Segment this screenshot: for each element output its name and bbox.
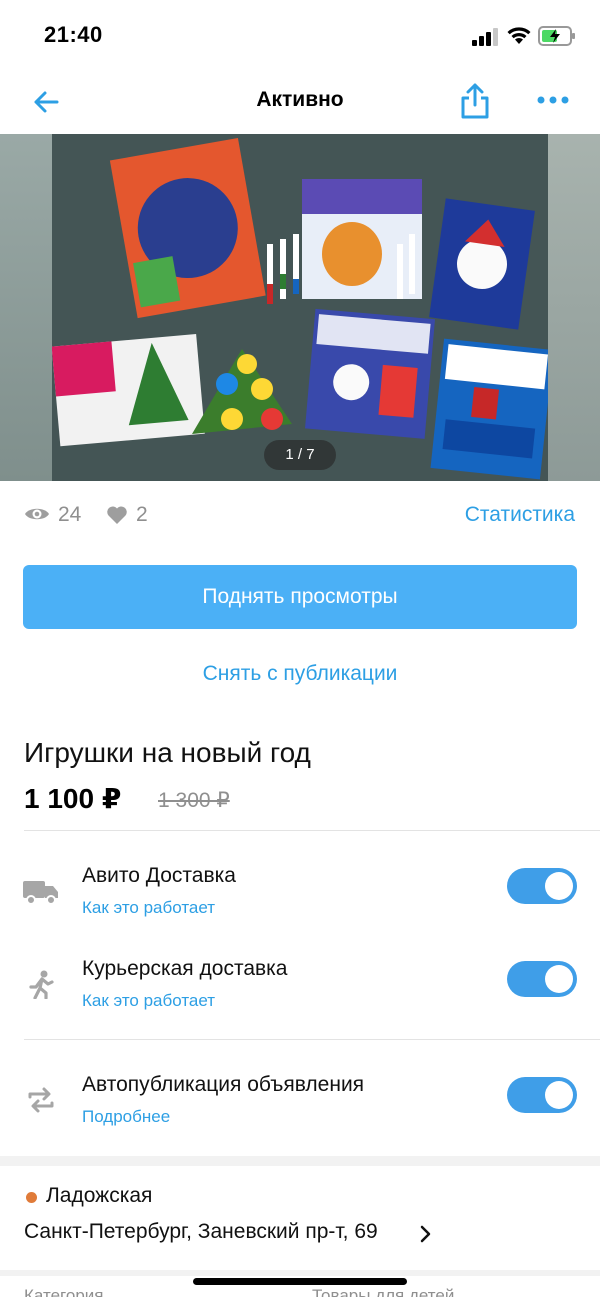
- courier-icon: [29, 970, 54, 999]
- learn-more-link[interactable]: Подробнее: [82, 1107, 170, 1127]
- share-icon[interactable]: [458, 82, 492, 120]
- status-time: 21:40: [44, 22, 103, 47]
- option-label: Курьерская доставка: [82, 957, 288, 980]
- navigation-bar: Активно: [0, 70, 600, 134]
- toggle-knob: [545, 1081, 573, 1109]
- wifi-icon: [507, 27, 531, 44]
- divider: [24, 830, 600, 831]
- product-photo[interactable]: [52, 134, 548, 481]
- category-label: Категория: [24, 1286, 104, 1297]
- item-title: Игрушки на новый год: [24, 737, 311, 768]
- cellular-signal-icon: [472, 28, 498, 46]
- address-link[interactable]: Санкт-Петербург, Заневский пр-т, 69: [24, 1220, 378, 1244]
- battery-charging-icon: [538, 26, 575, 46]
- unpublish-link[interactable]: Снять с публикации: [0, 662, 600, 686]
- autopublish-toggle[interactable]: [507, 1077, 577, 1113]
- stats-row: 24 2 Статистика: [0, 481, 600, 551]
- courier-delivery-toggle[interactable]: [507, 961, 577, 997]
- option-autopublish: Автопубликация объявления Подробнее: [0, 1073, 600, 1153]
- item-price: 1 100 ₽: [24, 783, 122, 814]
- truck-icon: [23, 881, 58, 905]
- more-icon[interactable]: [536, 90, 570, 110]
- item-old-price: 1 300 ₽: [158, 789, 230, 812]
- gallery-blur-right: [548, 134, 600, 481]
- status-bar: 21:40: [0, 0, 600, 70]
- chevron-right-icon[interactable]: [418, 1224, 432, 1244]
- home-indicator[interactable]: [193, 1278, 407, 1285]
- how-it-works-link[interactable]: Как это работает: [82, 991, 215, 1011]
- views-count: 24: [58, 503, 82, 526]
- page-title: Активно: [256, 88, 344, 111]
- gallery-blur-left: [0, 134, 52, 481]
- avito-delivery-toggle[interactable]: [507, 868, 577, 904]
- option-label: Автопубликация объявления: [82, 1073, 365, 1096]
- option-courier-delivery: Курьерская доставка Как это работает: [0, 957, 600, 1037]
- likes-count: 2: [136, 503, 148, 526]
- metro-line-dot: [26, 1192, 37, 1203]
- category-value: Товары для детей: [312, 1286, 455, 1297]
- toggle-knob: [545, 965, 573, 993]
- eye-icon: [25, 508, 49, 520]
- toggle-knob: [545, 872, 573, 900]
- how-it-works-link[interactable]: Как это работает: [82, 898, 215, 918]
- divider: [24, 1039, 600, 1040]
- autopublish-icon: [28, 1087, 54, 1113]
- statistics-link[interactable]: Статистика: [465, 503, 575, 527]
- heart-icon: [107, 506, 127, 524]
- photo-gallery[interactable]: 1 / 7: [0, 134, 600, 481]
- option-label: Авито Доставка: [82, 864, 236, 887]
- section-separator: [0, 1156, 600, 1166]
- section-separator: [0, 1270, 600, 1276]
- promote-button[interactable]: Поднять просмотры: [23, 565, 577, 629]
- option-avito-delivery: Авито Доставка Как это работает: [0, 864, 600, 944]
- photo-counter: 1 / 7: [264, 440, 336, 470]
- metro-station: Ладожская: [46, 1184, 153, 1207]
